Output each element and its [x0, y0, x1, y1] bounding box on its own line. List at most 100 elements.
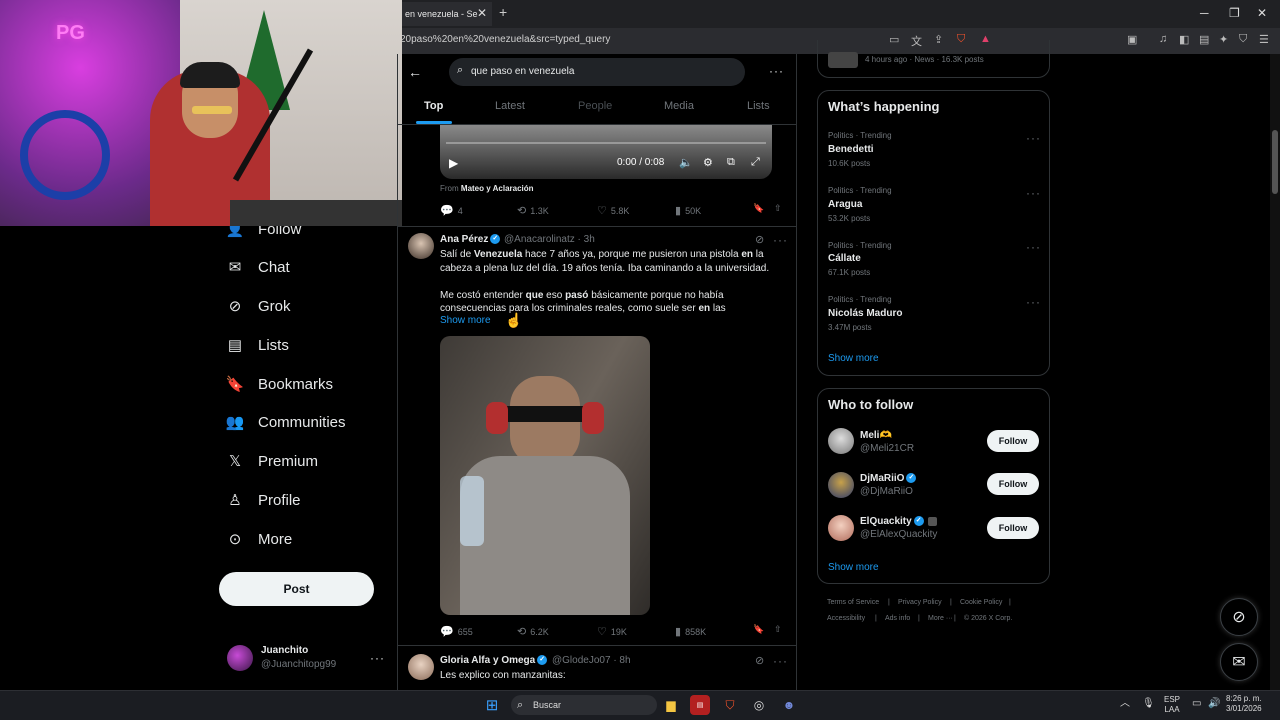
bookmark-icon[interactable]: 🔖 — [753, 624, 764, 635]
tab-close-icon[interactable]: ✕ — [477, 6, 487, 20]
like-action[interactable]: ♡ 19K — [597, 625, 627, 638]
footer-link-privacy[interactable]: Privacy Policy — [898, 599, 942, 606]
reply-action[interactable]: 💬 655 — [440, 625, 473, 638]
repost-action[interactable]: ⟲ 6.2K — [517, 625, 549, 638]
leo-icon[interactable]: ✦ — [1219, 33, 1228, 46]
wallet-icon[interactable]: ▤ — [1199, 33, 1209, 46]
share-icon[interactable]: ⇧ — [774, 203, 782, 214]
tweet-more-icon[interactable]: ··· — [773, 654, 788, 668]
footer-link-cookie[interactable]: Cookie Policy — [960, 599, 1002, 606]
nav-item-communities[interactable]: 👥 Communities — [226, 410, 346, 434]
show-more-link[interactable]: Show more — [440, 315, 491, 326]
tab-media[interactable]: Media — [664, 100, 694, 112]
trends-show-more-link[interactable]: Show more — [828, 353, 879, 364]
tab-top[interactable]: Top — [424, 100, 443, 112]
grok-explain-icon[interactable]: ⊘ — [755, 233, 764, 246]
tweet-handle[interactable]: @Anacarolinatz · 3h — [504, 234, 595, 245]
language-indicator[interactable]: ESP LAA — [1164, 695, 1180, 715]
tweet-photo[interactable] — [440, 336, 650, 615]
scrollbar-thumb[interactable] — [1272, 130, 1278, 194]
trend-more-icon[interactable]: ··· — [1026, 186, 1041, 200]
clock[interactable]: 8:26 p. m. 3/01/2026 — [1226, 694, 1262, 714]
app-icon[interactable]: ▤ — [690, 695, 710, 715]
share-icon[interactable]: ⇧ — [774, 624, 782, 635]
close-window-icon[interactable]: ✕ — [1257, 6, 1267, 20]
trend-item[interactable]: Benedetti — [828, 144, 874, 155]
back-arrow-icon[interactable]: ← — [408, 64, 422, 80]
tweet-more-icon[interactable]: ··· — [773, 233, 788, 247]
like-action[interactable]: ♡ 5.8K — [597, 204, 629, 217]
trend-more-icon[interactable]: ··· — [1026, 131, 1041, 145]
nav-item-premium[interactable]: 𝕏 Premium — [226, 449, 318, 473]
grok-floating-button[interactable]: ⊘ — [1220, 598, 1258, 636]
follow-show-more-link[interactable]: Show more — [828, 562, 879, 573]
brave-browser-icon[interactable]: ⛉ — [720, 695, 740, 715]
repost-action[interactable]: ⟲ 1.3K — [517, 204, 549, 217]
nav-item-more[interactable]: ⊙ More — [226, 527, 292, 551]
account-avatar[interactable] — [227, 645, 253, 671]
play-icon[interactable]: ▶ — [449, 156, 458, 170]
restore-icon[interactable]: ❐ — [1229, 6, 1240, 20]
video-source[interactable]: From Mateo y Aclaración — [440, 184, 534, 193]
views-action[interactable]: ▮ 50K — [675, 204, 701, 217]
nav-item-profile[interactable]: ♙ Profile — [226, 488, 300, 512]
footer-link-ads[interactable]: Ads info — [885, 615, 910, 622]
post-button[interactable]: Post — [219, 572, 374, 606]
menu-icon[interactable]: ☰ — [1259, 33, 1269, 46]
sidebar-toggle-icon[interactable]: ▣ — [1127, 33, 1137, 46]
trend-item[interactable]: Aragua — [828, 199, 862, 210]
new-tab-icon[interactable]: + — [499, 4, 507, 20]
follow-button[interactable]: Follow — [987, 517, 1039, 539]
microphone-icon[interactable]: 🎙 — [1142, 699, 1155, 709]
nav-item-chat[interactable]: ✉ Chat — [226, 255, 290, 279]
avatar[interactable] — [408, 654, 434, 680]
tab-lists[interactable]: Lists — [747, 100, 770, 112]
footer-link-accessibility[interactable]: Accessibility — [827, 615, 865, 622]
vpn-icon[interactable]: ⛉ — [1239, 33, 1247, 46]
media-icon[interactable]: ♫ — [1159, 33, 1167, 45]
tweet-author[interactable]: Gloria Alfa y Omega ✓ — [440, 655, 549, 666]
suggested-user-name[interactable]: Meli🫶 — [860, 430, 892, 441]
nav-item-bookmarks[interactable]: 🔖 Bookmarks — [226, 372, 333, 396]
tray-overflow-icon[interactable]: ︿ — [1120, 699, 1130, 709]
tab-latest[interactable]: Latest — [495, 100, 525, 112]
messages-floating-button[interactable]: ✉ — [1220, 643, 1258, 681]
network-icon[interactable]: ▭ — [1192, 699, 1201, 709]
volume-icon[interactable]: 🔈 — [679, 156, 693, 169]
video-progress-bar[interactable] — [446, 142, 766, 144]
avatar[interactable] — [828, 428, 854, 454]
pip-icon[interactable]: ⧉ — [727, 156, 735, 169]
tab-people[interactable]: People — [578, 100, 612, 112]
settings-icon[interactable]: ⚙ — [703, 156, 713, 169]
discord-icon[interactable]: ☻ — [779, 695, 799, 715]
app-icon[interactable]: ◎ — [749, 695, 769, 715]
footer-link-more[interactable]: More ··· — [928, 615, 953, 622]
views-action[interactable]: ▮ 858K — [675, 625, 706, 638]
trend-more-icon[interactable]: ··· — [1026, 240, 1041, 254]
grok-explain-icon[interactable]: ⊘ — [755, 654, 764, 667]
bookmark-icon[interactable]: 🔖 — [753, 203, 764, 214]
avatar[interactable] — [408, 233, 434, 259]
search-options-icon[interactable]: ··· — [769, 64, 784, 78]
footer-link-terms[interactable]: Terms of Service — [827, 599, 879, 606]
windows-start-icon[interactable]: ⊞ — [482, 695, 502, 715]
suggested-user-name[interactable]: DjMaRiiO ✓ — [860, 473, 918, 484]
account-menu-icon[interactable]: ··· — [370, 651, 385, 665]
nav-item-grok[interactable]: ⊘ Grok — [226, 294, 291, 318]
tweet-handle[interactable]: @GlodeJo07 · 8h — [552, 655, 631, 666]
avatar[interactable] — [828, 515, 854, 541]
trend-item[interactable]: Nicolás Maduro — [828, 308, 902, 319]
minimize-icon[interactable]: ─ — [1200, 6, 1209, 20]
nav-item-lists[interactable]: ▤ Lists — [226, 333, 289, 357]
avatar[interactable] — [828, 472, 854, 498]
file-explorer-icon[interactable]: ▆ — [661, 695, 681, 715]
volume-icon[interactable]: 🔊 — [1208, 699, 1220, 709]
follow-button[interactable]: Follow — [987, 430, 1039, 452]
url-field[interactable]: 20paso%20en%20venezuela&src=typed_query — [400, 34, 610, 45]
video-player[interactable] — [440, 125, 772, 179]
tweet-author[interactable]: Ana Pérez ✓ — [440, 234, 502, 245]
fullscreen-icon[interactable]: ⤢ — [751, 156, 760, 169]
trend-item[interactable]: Cállate — [828, 253, 861, 264]
panel-icon[interactable]: ◧ — [1179, 33, 1189, 46]
search-input[interactable]: ⌕ que paso en venezuela — [449, 58, 745, 86]
